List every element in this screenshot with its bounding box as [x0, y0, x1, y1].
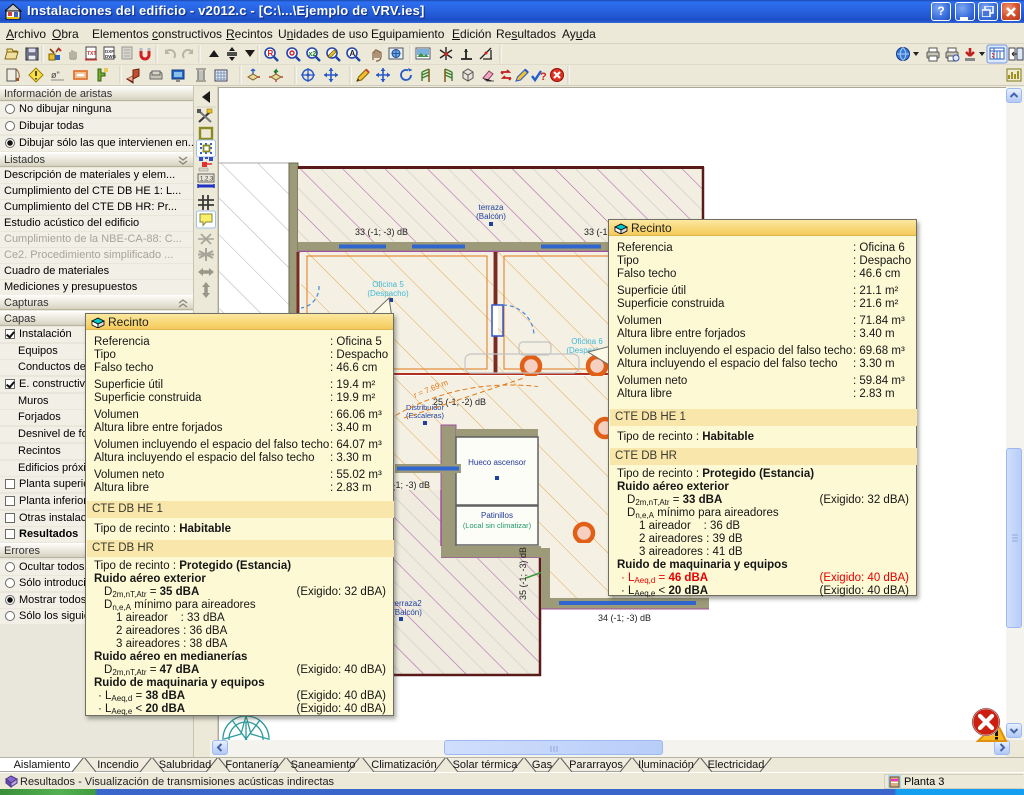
- svg-text:x2: x2: [309, 51, 317, 58]
- svg-text:Iluminación: Iluminación: [638, 759, 694, 771]
- svg-text:Pararrayos: Pararrayos: [569, 759, 623, 771]
- svg-text:Patinillos: Patinillos: [481, 511, 513, 520]
- svg-text:35 (-1; -3) dB: 35 (-1; -3) dB: [518, 547, 528, 600]
- svg-text:terraza2: terraza2: [392, 599, 422, 608]
- svg-text:(Balcón): (Balcón): [476, 212, 506, 221]
- svg-text:Electricidad: Electricidad: [708, 759, 765, 771]
- svg-text:Oficina 5: Oficina 5: [372, 280, 404, 289]
- svg-text:(Local sin climatizar): (Local sin climatizar): [463, 521, 532, 530]
- svg-text:Hueco ascensor: Hueco ascensor: [468, 458, 526, 467]
- svg-text:Solar térmica: Solar térmica: [453, 759, 519, 771]
- svg-text:33 (-1; -3) dB: 33 (-1; -3) dB: [355, 227, 408, 237]
- svg-text:?: ?: [540, 71, 547, 83]
- svg-text:Incendio: Incendio: [97, 759, 139, 771]
- svg-text:34 (-1; -3) dB: 34 (-1; -3) dB: [598, 613, 651, 623]
- svg-text:Climatización: Climatización: [371, 759, 436, 771]
- svg-text:terraza: terraza: [479, 203, 504, 212]
- svg-text:A: A: [350, 49, 356, 58]
- svg-text:ø": ø": [51, 70, 60, 80]
- svg-text:Saneamiento: Saneamiento: [291, 759, 356, 771]
- svg-text:1.2.3: 1.2.3: [200, 177, 214, 183]
- svg-text:Fontanería: Fontanería: [225, 759, 279, 771]
- svg-text:DWG: DWG: [105, 54, 116, 59]
- svg-text:Salubridad: Salubridad: [159, 759, 212, 771]
- svg-text:Gas: Gas: [532, 759, 553, 771]
- svg-text:(Balcón): (Balcón): [392, 608, 422, 617]
- svg-text:Aislamiento: Aislamiento: [14, 759, 71, 771]
- svg-text:R: R: [268, 49, 274, 58]
- svg-text:TXT: TXT: [87, 51, 96, 57]
